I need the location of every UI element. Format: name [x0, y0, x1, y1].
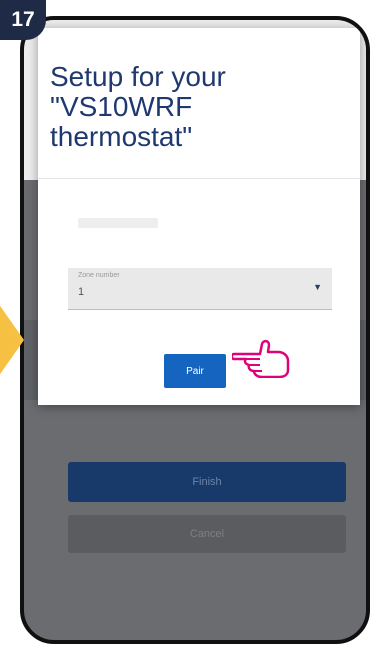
step-number: 17: [11, 8, 35, 31]
phone-frame: Finish Cancel Setup for your "VS10WRF th…: [20, 16, 370, 644]
cancel-button[interactable]: Cancel: [68, 515, 346, 553]
zone-number-select[interactable]: Zone number 1 ▼: [68, 268, 332, 310]
step-badge: 17: [0, 0, 46, 40]
divider: [38, 178, 360, 179]
pair-button[interactable]: Pair: [164, 354, 226, 388]
cancel-label: Cancel: [189, 528, 225, 540]
finish-label: Finish: [192, 476, 222, 488]
select-label: Zone number: [78, 272, 120, 279]
select-value: 1: [78, 286, 85, 298]
setup-dialog: Setup for your "VS10WRF thermostat" Zone…: [38, 28, 360, 405]
placeholder-text: [78, 218, 158, 228]
finish-button[interactable]: Finish: [68, 462, 346, 502]
arrow-icon: [0, 305, 24, 375]
pair-label: Pair: [186, 365, 204, 377]
caret-down-icon: ▼: [313, 282, 322, 292]
pointing-hand-icon: [232, 339, 290, 378]
dialog-title: Setup for your "VS10WRF thermostat": [50, 61, 226, 152]
